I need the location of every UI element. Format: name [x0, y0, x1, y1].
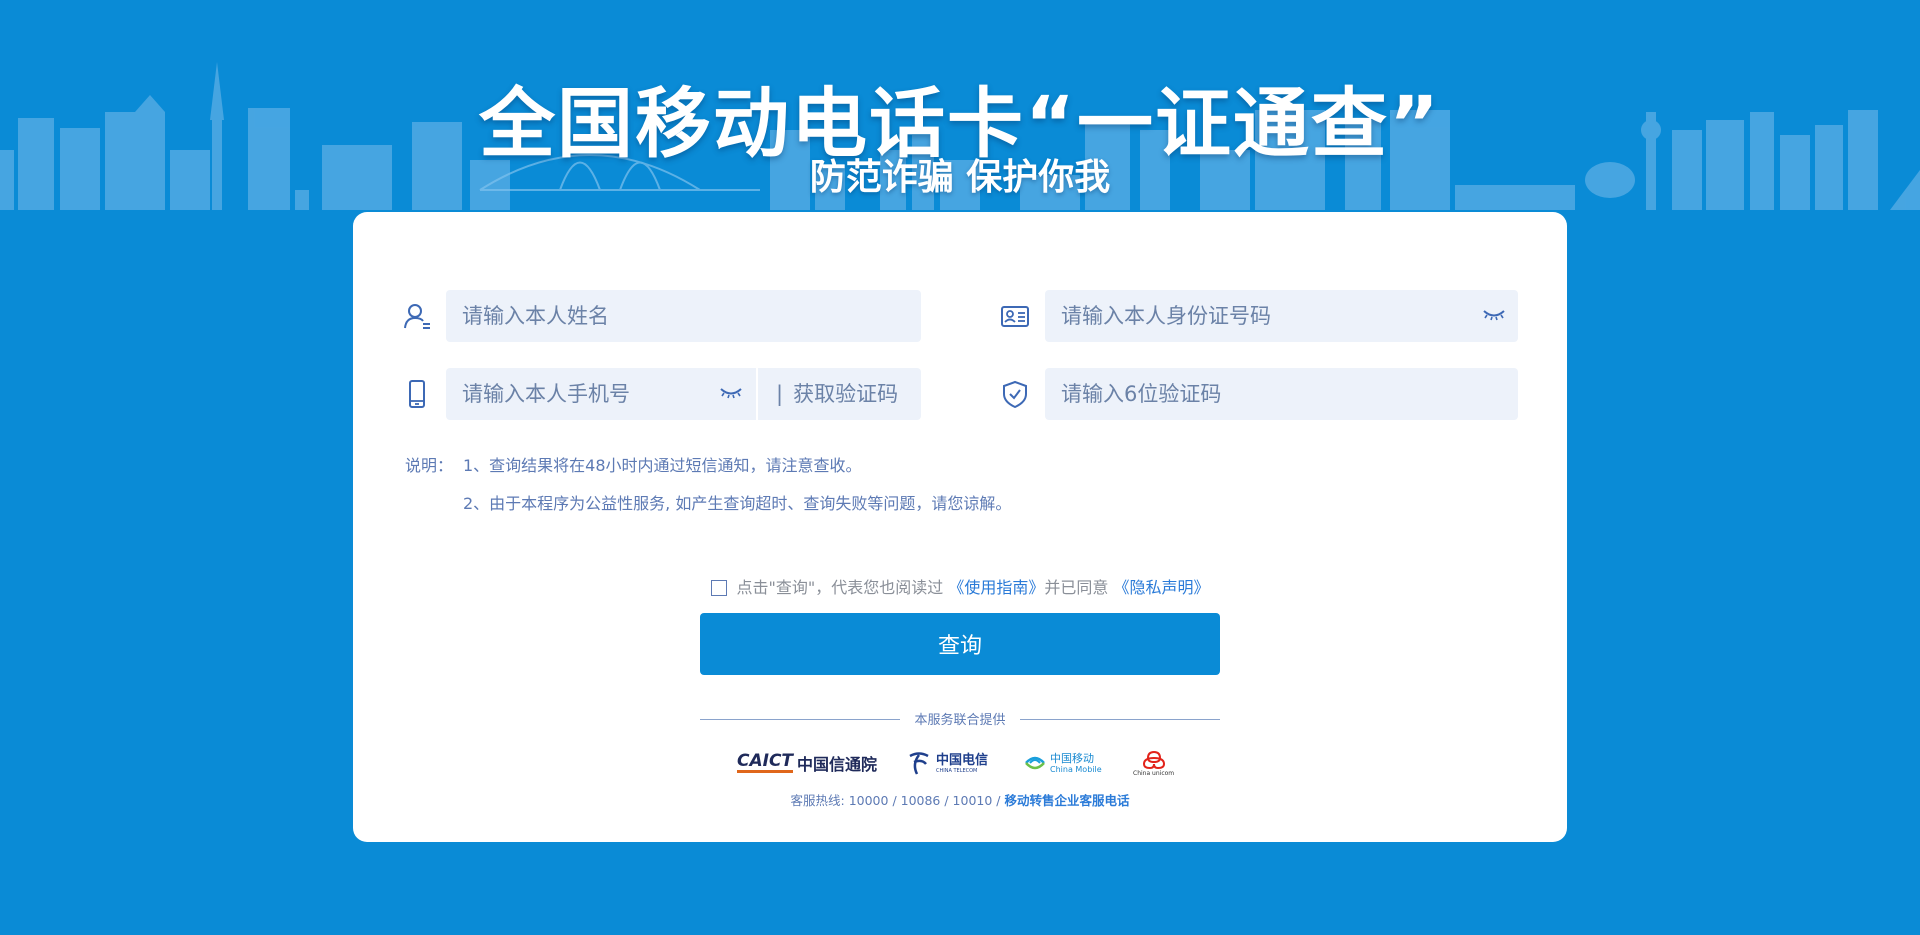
- mvno-hotline-link[interactable]: 移动转售企业客服电话: [1004, 793, 1129, 808]
- get-code-label: 获取验证码: [793, 382, 899, 406]
- caict-name: 中国信通院: [797, 755, 878, 774]
- id-card-icon: [1001, 306, 1029, 327]
- caict-mark: CAICT: [737, 751, 794, 773]
- privacy-statement-link[interactable]: 《隐私声明》: [1113, 578, 1209, 597]
- china-unicom-en: China unicom: [1133, 769, 1175, 777]
- code-row: [1001, 368, 1567, 420]
- china-unicom-knot-icon: [1142, 750, 1165, 769]
- query-button[interactable]: 查询: [700, 613, 1220, 675]
- china-mobile-logo: 中国移动 China Mobile: [1023, 742, 1102, 784]
- caict-logo: CAICT 中国信通院: [737, 742, 877, 784]
- note-line-2: 2、由于本程序为公益性服务, 如产生查询超时、查询失败等问题，请您谅解。: [463, 494, 1012, 513]
- page-subtitle: 防范诈骗 保护你我: [809, 157, 1111, 198]
- agreement-row: 点击"查询"，代表您也阅读过 《使用指南》并已同意 《隐私声明》: [353, 574, 1567, 598]
- eye-closed-icon[interactable]: [1483, 308, 1505, 322]
- separator: |: [776, 382, 784, 406]
- notes-label: 说明：: [405, 456, 454, 475]
- china-telecom-en: CHINA TELECOM: [936, 767, 978, 774]
- phone-input[interactable]: [446, 368, 756, 420]
- get-code-button[interactable]: | 获取验证码: [758, 368, 921, 420]
- china-telecom-cn: 中国电信: [936, 752, 989, 768]
- verification-code-input[interactable]: [1045, 368, 1518, 420]
- shield-check-icon: [1003, 380, 1027, 408]
- provider-logos: CAICT 中国信通院 中国电信 CHINA TELECOM 中国移动 Chin…: [353, 742, 1567, 784]
- agreement-text: 点击"查询"，代表您也阅读过: [736, 578, 944, 597]
- china-telecom-logo: 中国电信 CHINA TELECOM: [906, 742, 988, 784]
- note-line-1: 1、查询结果将在48小时内通过短信通知，请注意查收。: [463, 456, 862, 475]
- hotline: 客服热线: 10000 / 10086 / 10010 / 移动转售企业客服电话: [353, 790, 1567, 809]
- user-icon: [404, 304, 430, 329]
- phone-row: | 获取验证码: [403, 368, 963, 420]
- id-number-input[interactable]: [1045, 290, 1518, 342]
- query-form-card: | 获取验证码 说明： 1、查询结果将在48小时内通过短信通知，请注意查收。 2、…: [353, 212, 1567, 842]
- china-mobile-icon: [1025, 756, 1045, 770]
- china-unicom-logo: China unicom: [1133, 742, 1174, 784]
- mobile-phone-icon: [409, 380, 425, 408]
- china-mobile-cn: 中国移动: [1050, 752, 1094, 765]
- hotline-numbers: 客服热线: 10000 / 10086 / 10010 /: [790, 793, 1005, 808]
- providers-caption: 本服务联合提供: [914, 713, 1006, 728]
- checkbox-icon[interactable]: [710, 580, 727, 596]
- name-input[interactable]: [446, 290, 921, 342]
- china-telecom-icon: [909, 752, 929, 775]
- usage-guide-link[interactable]: 《使用指南》: [948, 578, 1044, 597]
- agreement-middle: 并已同意: [1044, 578, 1109, 597]
- id-row: [1001, 290, 1567, 342]
- eye-closed-icon[interactable]: [720, 386, 742, 400]
- china-mobile-en: China Mobile: [1050, 765, 1102, 774]
- name-row: [403, 290, 963, 342]
